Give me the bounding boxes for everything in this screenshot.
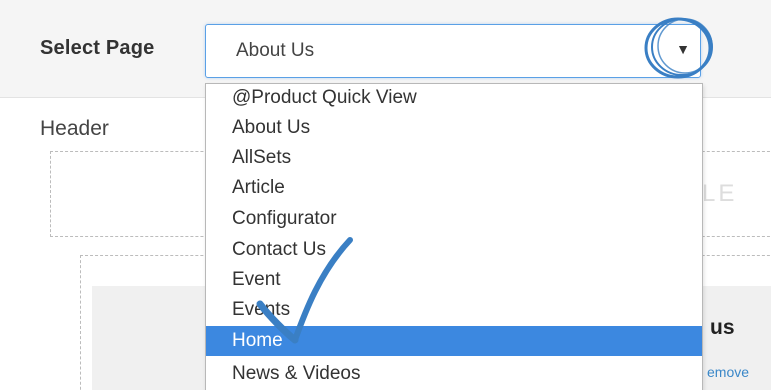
option-allsets[interactable]: AllSets — [206, 143, 702, 173]
header-section-label: Header — [40, 117, 109, 140]
page-options-list: @Product Quick View About Us AllSets Art… — [205, 83, 703, 390]
page-builder-screen: Header LE us emove Select Page About Us … — [0, 0, 771, 390]
select-page-label: Select Page — [40, 37, 155, 59]
option-home[interactable]: Home — [206, 326, 702, 356]
option-event[interactable]: Event — [206, 265, 702, 295]
option-about-us[interactable]: About Us — [206, 113, 702, 143]
option-contact-us[interactable]: Contact Us — [206, 235, 702, 265]
page-select-dropdown[interactable]: About Us ▼ — [205, 24, 701, 78]
placeholder-logo-text: LE — [702, 180, 738, 207]
selected-page-value: About Us — [236, 40, 315, 61]
option-news-videos[interactable]: News & Videos — [206, 359, 702, 389]
remove-link[interactable]: emove — [707, 364, 749, 380]
option-product-quick-view[interactable]: @Product Quick View — [206, 84, 702, 113]
option-events[interactable]: Events — [206, 295, 702, 325]
panel-heading-partial: us — [710, 316, 735, 339]
option-configurator[interactable]: Configurator — [206, 204, 702, 234]
dropdown-arrow-icon[interactable]: ▼ — [676, 41, 690, 57]
option-article[interactable]: Article — [206, 173, 702, 203]
